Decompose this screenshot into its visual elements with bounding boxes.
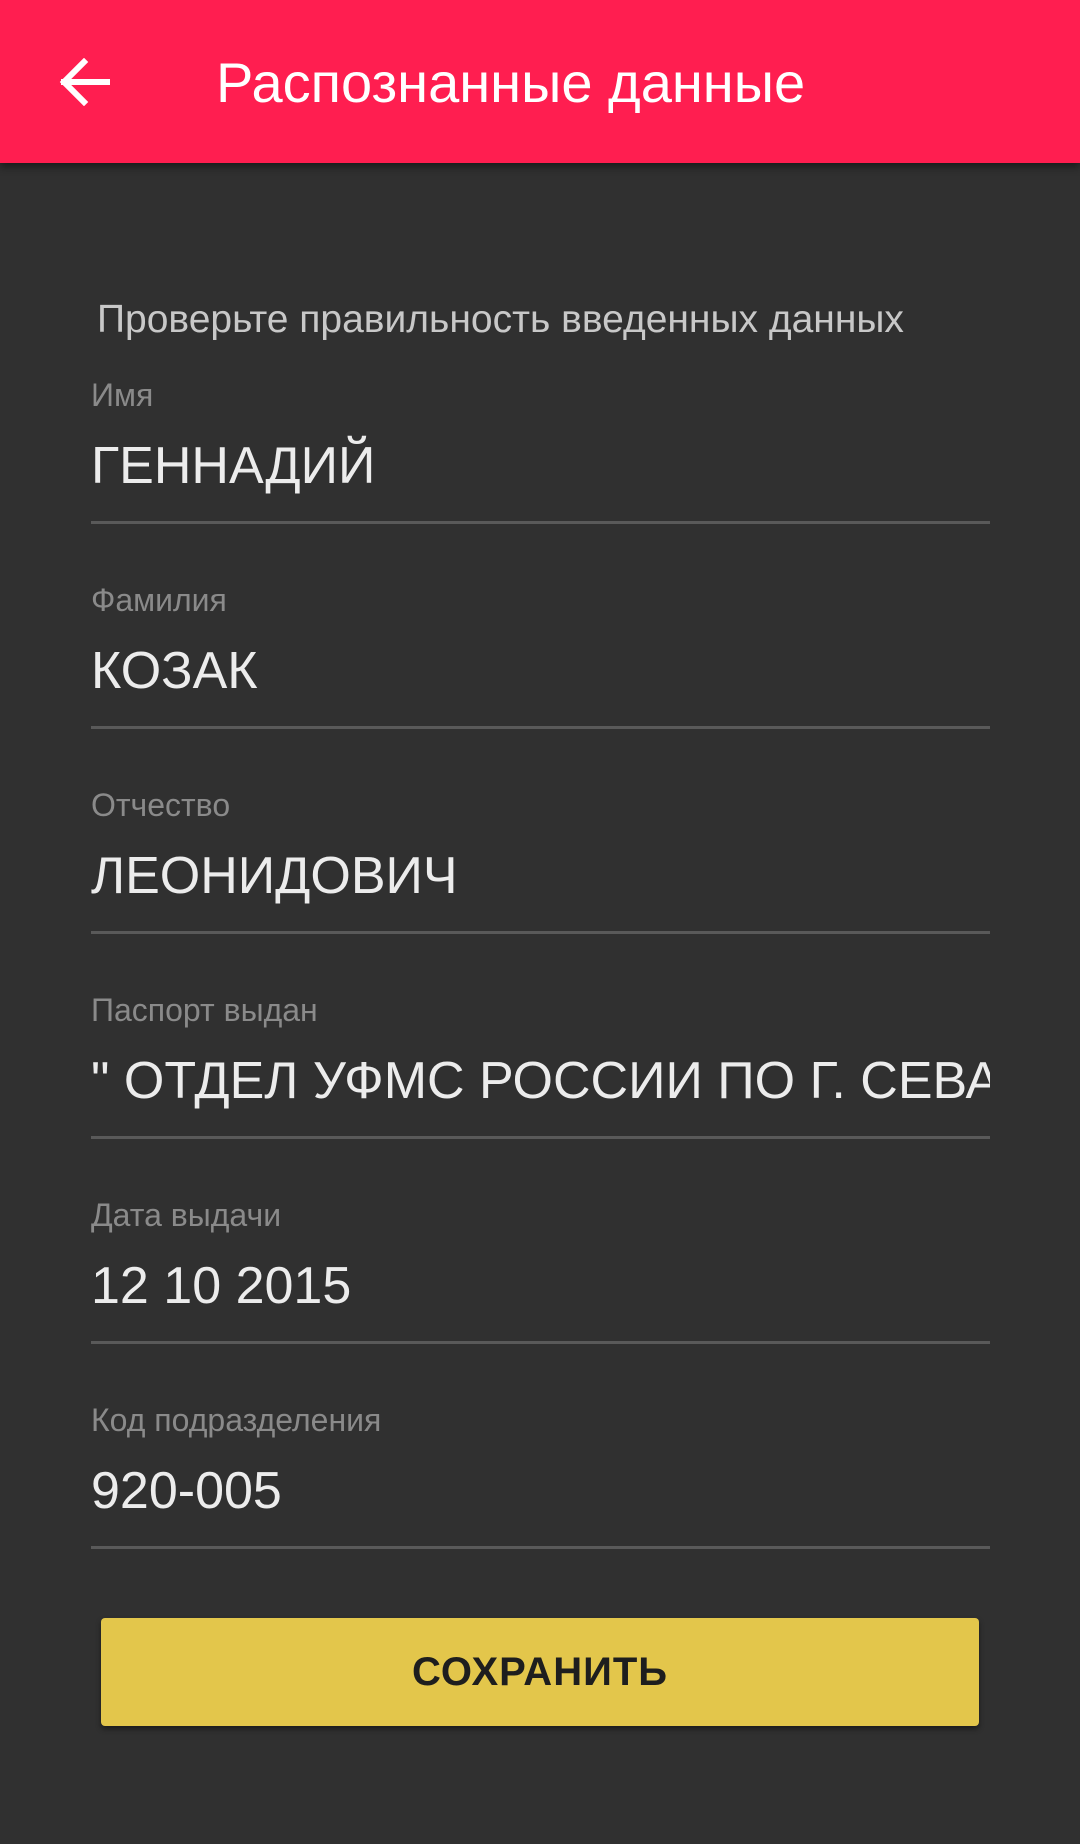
issue-date-underline [91,1341,990,1344]
division-code-input[interactable]: 920-005 [91,1456,990,1526]
patronymic-label: Отчество [91,787,231,823]
division-code-field: Код подразделения 920-005 [91,1400,990,1570]
save-button[interactable]: СОХРАНИТЬ [101,1618,979,1726]
first-name-input[interactable]: ГЕННАДИЙ [91,431,990,501]
passport-issued-by-underline [91,1136,990,1139]
back-button[interactable] [44,38,124,126]
issue-date-label: Дата выдачи [91,1197,282,1233]
page-title: Распознанные данные [216,51,806,114]
division-code-label: Код подразделения [91,1402,382,1438]
issue-date-input[interactable]: 12 10 2015 [91,1251,990,1321]
passport-issued-by-input[interactable]: " ОТДЕЛ УФМС РОССИИ ПО Г. СЕВАС [91,1046,990,1116]
last-name-input[interactable]: КОЗАК [91,636,990,706]
first-name-label: Имя [91,377,154,413]
first-name-underline [91,521,990,524]
patronymic-field: Отчество ЛЕОНИДОВИЧ [91,785,990,955]
division-code-underline [91,1546,990,1549]
passport-issued-by-field: Паспорт выдан " ОТДЕЛ УФМС РОССИИ ПО Г. … [91,990,990,1160]
save-button-label: СОХРАНИТЬ [411,1649,669,1694]
patronymic-input[interactable]: ЛЕОНИДОВИЧ [91,841,990,911]
app-bar: Распознанные данные [0,0,1080,163]
patronymic-underline [91,931,990,934]
arrow-left-icon [59,58,110,106]
last-name-label: Фамилия [91,582,227,618]
issue-date-field: Дата выдачи 12 10 2015 [91,1195,990,1365]
last-name-field: Фамилия КОЗАК [91,580,990,750]
passport-issued-by-label: Паспорт выдан [91,992,318,1028]
first-name-field: Имя ГЕННАДИЙ [91,375,990,545]
last-name-underline [91,726,990,729]
form-instruction: Проверьте правильность введенных данных [97,298,904,341]
